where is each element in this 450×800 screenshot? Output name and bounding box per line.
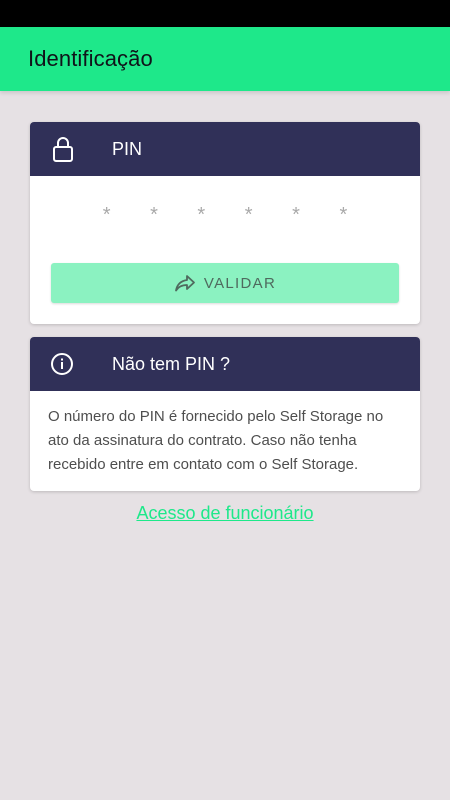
share-forward-icon (174, 274, 196, 292)
validate-button[interactable]: VALIDAR (51, 263, 399, 303)
info-icon (50, 350, 76, 378)
staff-access-link[interactable]: Acesso de funcionário (0, 503, 450, 524)
info-card: Não tem PIN ? O número do PIN é fornecid… (30, 337, 420, 491)
page-title: Identificação (28, 46, 153, 71)
pin-card-header: PIN (30, 122, 420, 176)
pin-card-title: PIN (112, 139, 143, 159)
pin-card: PIN * * * * * * VALIDAR (30, 122, 420, 324)
validate-button-label: VALIDAR (203, 274, 277, 292)
info-card-text: O número do PIN é fornecido pelo Self St… (48, 408, 384, 473)
app-bar: Identificação (0, 27, 450, 91)
lock-icon (50, 135, 76, 163)
status-bar (0, 0, 450, 27)
info-card-title: Não tem PIN ? (112, 354, 231, 374)
pin-input[interactable]: * * * * * * (30, 200, 420, 230)
info-card-header: Não tem PIN ? (30, 337, 420, 391)
